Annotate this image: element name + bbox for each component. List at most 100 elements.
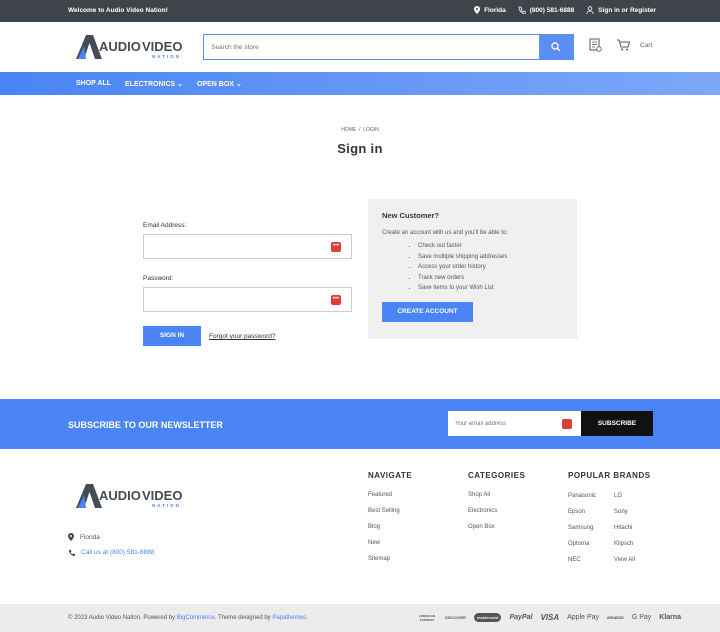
bottom-bar: © 2023 Audio Video Nation. Powered by Bi… bbox=[0, 604, 720, 632]
footer-link[interactable]: Samsung bbox=[568, 525, 596, 541]
site-logo[interactable]: AUDIO VIDEO NATION bbox=[74, 32, 186, 62]
footer-link[interactable]: Sony bbox=[614, 509, 635, 525]
list-item: Track new orders bbox=[418, 273, 507, 284]
cart-link[interactable]: Cart bbox=[616, 38, 652, 52]
compare-icon[interactable] bbox=[588, 38, 602, 52]
logo-text-right: VIDEO bbox=[142, 488, 182, 503]
amazon-pay-icon: amazon bbox=[607, 615, 624, 620]
footer-link[interactable]: LG bbox=[614, 493, 635, 509]
copyright: © 2023 Audio Video Nation. Powered by Bi… bbox=[68, 615, 308, 621]
cart-icon bbox=[617, 39, 630, 51]
phone-link[interactable]: (800) 581-6888 bbox=[518, 6, 574, 14]
new-customer-intro: Create an account with us and you'll be … bbox=[382, 230, 508, 236]
footer-link[interactable]: Best Selling bbox=[368, 508, 412, 524]
new-customer-title: New Customer? bbox=[382, 211, 440, 220]
map-pin-icon bbox=[474, 6, 481, 14]
copyright-text: . Theme designed by bbox=[214, 615, 273, 621]
footer-location: Florida bbox=[68, 533, 100, 541]
welcome-text: Welcome to Audio Video Nation! bbox=[68, 7, 168, 14]
papathemes-link[interactable]: Papathemes bbox=[272, 615, 306, 621]
footer-link[interactable]: Optoma bbox=[568, 541, 596, 557]
footer-brands: POPULAR BRANDS Panasonic Epson Samsung O… bbox=[568, 471, 651, 563]
nav-item-shop-all[interactable]: SHOP ALL bbox=[76, 80, 111, 88]
location-text: Florida bbox=[484, 6, 506, 14]
footer-logo[interactable]: AUDIO VIDEO NATION bbox=[74, 481, 186, 511]
forgot-password-link[interactable]: Forgot your password? bbox=[209, 333, 275, 340]
list-item: Access your order history bbox=[418, 262, 507, 273]
breadcrumb-home[interactable]: HOME bbox=[341, 127, 356, 133]
footer-link[interactable]: Blog bbox=[368, 524, 412, 540]
paypal-icon: PayPal bbox=[509, 614, 533, 621]
password-manager-icon[interactable] bbox=[562, 419, 572, 429]
subscribe-button[interactable]: SUBSCRIBE bbox=[581, 411, 653, 436]
list-item: Save multiple shipping addresses bbox=[418, 252, 507, 263]
klarna-icon: Klarna bbox=[659, 614, 682, 621]
discover-icon: DISCOVER bbox=[445, 615, 466, 620]
password-label: Password: bbox=[143, 275, 174, 282]
newsletter-email-input[interactable] bbox=[448, 411, 558, 436]
footer-link[interactable]: Sitemap bbox=[368, 556, 412, 572]
password-field[interactable]: ••• bbox=[143, 287, 352, 312]
apple-pay-icon: Apple Pay bbox=[567, 614, 600, 621]
footer-location-text: Florida bbox=[80, 533, 100, 541]
newsletter-section: SUBSCRIBE TO OUR NEWSLETTER SUBSCRIBE bbox=[0, 399, 720, 449]
search-bar bbox=[203, 34, 574, 60]
logo-text-left: AUDIO bbox=[99, 488, 141, 503]
bigcommerce-link[interactable]: BigCommerce bbox=[177, 615, 215, 621]
nav-item-open-box[interactable]: OPEN BOX ⌄ bbox=[197, 80, 242, 88]
nav-item-electronics[interactable]: ELECTRONICS ⌄ bbox=[125, 80, 183, 88]
visa-icon: VISA bbox=[540, 613, 560, 622]
footer-heading: NAVIGATE bbox=[368, 471, 413, 480]
footer-phone-text: Call us at (800) 581-6888 bbox=[81, 549, 155, 556]
location-link[interactable]: Florida bbox=[474, 6, 506, 14]
sign-in-button[interactable]: SIGN IN bbox=[143, 326, 201, 346]
footer-phone[interactable]: Call us at (800) 581-6888 bbox=[68, 549, 154, 556]
breadcrumb: HOME / LOGIN bbox=[0, 127, 720, 133]
footer-link[interactable]: Featured bbox=[368, 492, 412, 508]
newsletter-email-field bbox=[448, 411, 582, 436]
email-field[interactable]: ••• bbox=[143, 234, 352, 259]
search-input[interactable] bbox=[204, 35, 534, 59]
footer-heading: CATEGORIES bbox=[468, 471, 526, 480]
google-pay-icon: G Pay bbox=[631, 614, 652, 621]
page-title: Sign in bbox=[337, 141, 383, 156]
breadcrumb-separator: / bbox=[359, 127, 361, 133]
footer-link[interactable]: Electronics bbox=[468, 508, 525, 524]
user-icon bbox=[586, 6, 594, 14]
newsletter-heading: SUBSCRIBE TO OUR NEWSLETTER bbox=[68, 420, 223, 430]
search-button[interactable] bbox=[539, 35, 573, 59]
mastercard-icon: mastercard bbox=[473, 613, 502, 622]
list-item: Check out faster bbox=[418, 241, 507, 252]
logo-subtext: NATION bbox=[152, 54, 181, 59]
map-pin-icon bbox=[68, 533, 74, 541]
chevron-down-icon: ⌄ bbox=[235, 81, 242, 88]
logo-subtext: NATION bbox=[152, 503, 181, 508]
phone-text: (800) 581-6888 bbox=[529, 6, 575, 14]
password-manager-icon[interactable]: ••• bbox=[331, 242, 341, 252]
account-link[interactable]: Sign in or Register bbox=[586, 6, 656, 14]
footer-heading: POPULAR BRANDS bbox=[568, 471, 651, 480]
nav-item-label: ELECTRONICS bbox=[125, 81, 176, 88]
email-label: Email Address: bbox=[143, 222, 187, 229]
footer-link[interactable]: Epson bbox=[568, 509, 596, 525]
footer-link[interactable]: NEC bbox=[568, 557, 596, 573]
footer-categories: CATEGORIES Shop All Electronics Open Box bbox=[468, 471, 525, 540]
footer-link[interactable]: Klipsch bbox=[614, 541, 635, 557]
footer-link[interactable]: Panasonic bbox=[568, 493, 596, 509]
new-customer-panel: New Customer? Create an account with us … bbox=[368, 199, 577, 339]
main-nav: SHOP ALL ELECTRONICS ⌄ OPEN BOX ⌄ bbox=[0, 72, 720, 95]
footer-link[interactable]: Shop All bbox=[468, 492, 525, 508]
benefits-list: Check out faster Save multiple shipping … bbox=[418, 241, 507, 294]
footer-link[interactable]: New bbox=[368, 540, 412, 556]
footer-link[interactable]: Open Box bbox=[468, 524, 525, 540]
password-manager-icon[interactable]: ••• bbox=[331, 295, 341, 305]
payment-icons: AMERICAN EXPRESS DISCOVER mastercard Pay… bbox=[417, 613, 681, 622]
footer-link[interactable]: Hitachi bbox=[614, 525, 635, 541]
create-account-button[interactable]: CREATE ACCOUNT bbox=[382, 302, 473, 322]
copyright-text: © 2023 Audio Video Nation. Powered by bbox=[68, 615, 177, 621]
phone-icon bbox=[68, 549, 75, 556]
footer-link[interactable]: View All bbox=[614, 557, 635, 573]
nav-item-label: OPEN BOX bbox=[197, 81, 234, 88]
phone-icon bbox=[518, 6, 526, 14]
logo-text-left: AUDIO bbox=[99, 39, 141, 54]
